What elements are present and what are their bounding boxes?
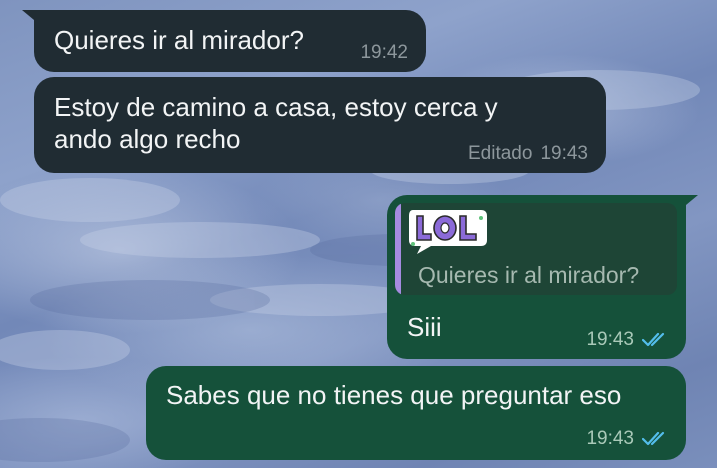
edited-label: Editado bbox=[468, 143, 533, 164]
message-bubble-outgoing[interactable]: Sabes que no tienes que preguntar eso 19… bbox=[146, 366, 686, 460]
message-meta: Editado 19:43 bbox=[468, 143, 588, 165]
quote-accent-bar bbox=[395, 203, 401, 295]
bubble-tail bbox=[22, 10, 46, 30]
message-text: Sabes que no tienes que preguntar eso bbox=[166, 380, 622, 410]
message-meta: 19:42 bbox=[360, 42, 408, 64]
message-time: 19:43 bbox=[586, 428, 634, 449]
message-time: 19:43 bbox=[540, 143, 588, 164]
double-check-read-icon bbox=[642, 332, 665, 347]
quoted-reply[interactable]: Quieres ir al mirador? bbox=[395, 203, 677, 295]
message-text: Siii bbox=[407, 312, 442, 342]
message-text: Quieres ir al mirador? bbox=[54, 25, 304, 55]
message-time: 19:43 bbox=[586, 329, 634, 350]
message-text: Estoy de camino a casa, estoy cerca y an… bbox=[54, 92, 498, 154]
message-time: 19:42 bbox=[360, 42, 408, 63]
double-check-read-icon bbox=[642, 431, 665, 446]
bubble-tail bbox=[674, 195, 698, 215]
lol-sticker-icon bbox=[409, 210, 487, 254]
message-meta: 19:43 bbox=[586, 428, 668, 450]
message-bubble-incoming[interactable]: Estoy de camino a casa, estoy cerca y an… bbox=[34, 77, 606, 173]
message-bubble-incoming[interactable]: Quieres ir al mirador? 19:42 bbox=[22, 10, 426, 72]
quoted-message-text: Quieres ir al mirador? bbox=[418, 262, 640, 288]
message-bubble-outgoing[interactable]: Quieres ir al mirador? Siii 19:43 bbox=[387, 195, 698, 359]
message-meta: 19:43 bbox=[586, 329, 668, 351]
